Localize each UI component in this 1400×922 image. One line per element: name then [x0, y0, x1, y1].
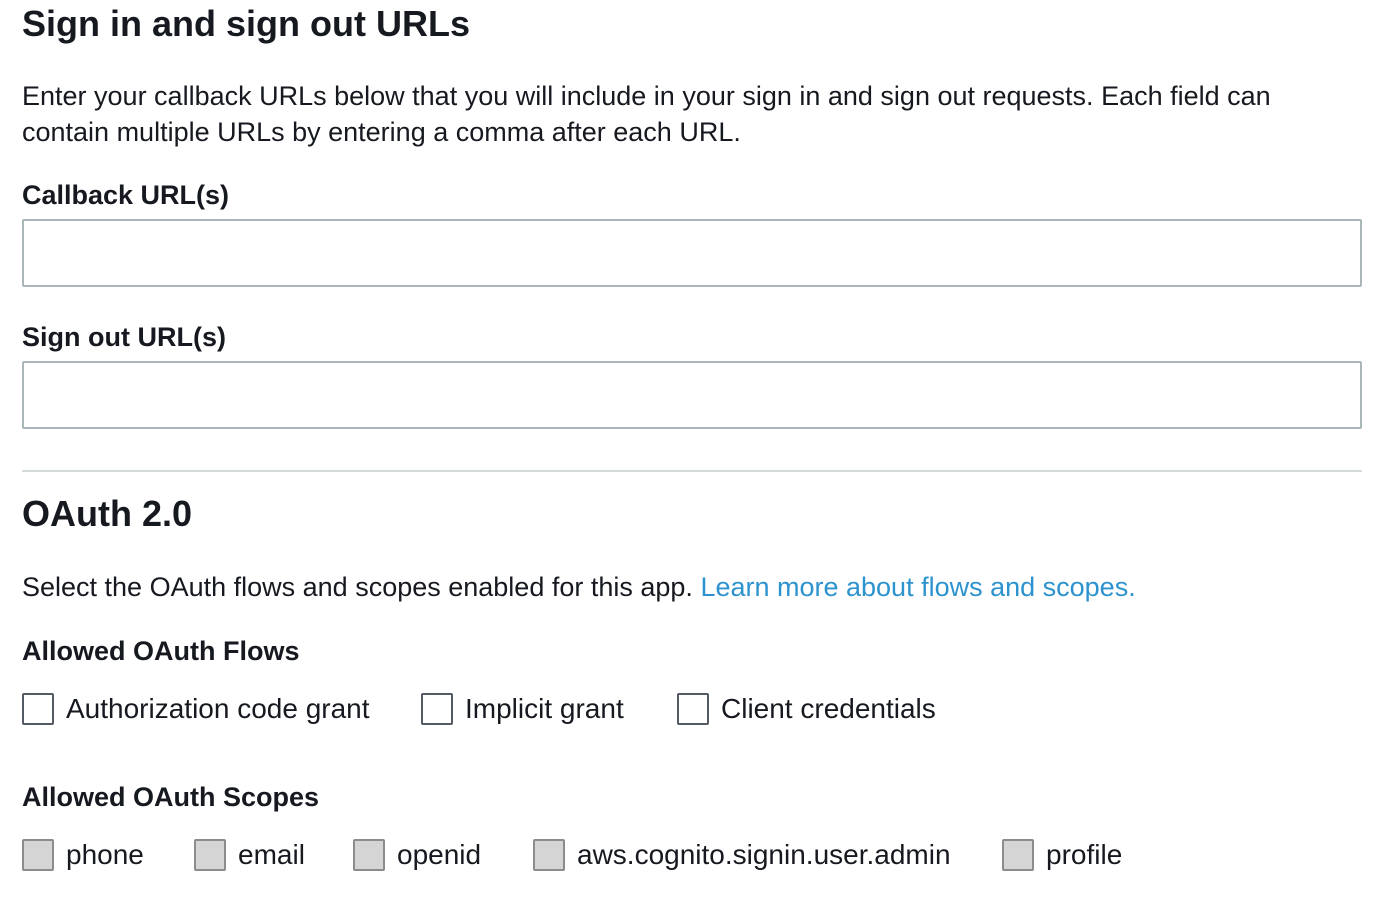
- email-scope-label: email: [238, 839, 305, 870]
- scope-option-email: email: [194, 838, 305, 872]
- scope-option-phone: phone: [22, 838, 144, 872]
- allowed-oauth-scopes-label: Allowed OAuth Scopes: [22, 782, 320, 812]
- section-divider: [22, 470, 1362, 472]
- scope-option-aws-cognito-signin-user-admin: aws.cognito.signin.user.admin: [533, 838, 951, 872]
- signout-url-label: Sign out URL(s): [22, 322, 226, 352]
- section-title-signin-urls: Sign in and sign out URLs: [22, 3, 470, 44]
- profile-scope-checkbox: [1002, 839, 1034, 871]
- aws-cognito-admin-scope-checkbox: [533, 839, 565, 871]
- learn-more-flows-scopes-link[interactable]: Learn more about flows and scopes.: [700, 572, 1135, 602]
- openid-scope-label: openid: [397, 839, 482, 870]
- oauth-description: Select the OAuth flows and scopes enable…: [22, 569, 1136, 605]
- phone-scope-label: phone: [66, 839, 144, 870]
- scope-option-profile: profile: [1002, 838, 1122, 872]
- flow-option-authorization-code-grant[interactable]: Authorization code grant: [22, 692, 370, 726]
- implicit-grant-label: Implicit grant: [465, 693, 624, 724]
- allowed-oauth-flows-label: Allowed OAuth Flows: [22, 636, 300, 666]
- signin-urls-description: Enter your callback URLs below that you …: [22, 81, 1271, 147]
- signout-url-input[interactable]: [22, 361, 1362, 429]
- scope-option-openid: openid: [353, 838, 481, 872]
- flow-option-implicit-grant[interactable]: Implicit grant: [421, 692, 624, 726]
- profile-scope-label: profile: [1046, 839, 1123, 870]
- client-credentials-label: Client credentials: [721, 693, 936, 724]
- callback-url-input[interactable]: [22, 219, 1362, 287]
- openid-scope-checkbox: [353, 839, 385, 871]
- phone-scope-checkbox: [22, 839, 54, 871]
- email-scope-checkbox: [194, 839, 226, 871]
- aws-cognito-admin-scope-label: aws.cognito.signin.user.admin: [577, 839, 951, 870]
- client-credentials-checkbox[interactable]: [677, 693, 709, 725]
- authorization-code-grant-label: Authorization code grant: [66, 693, 370, 724]
- oauth-description-text: Select the OAuth flows and scopes enable…: [22, 572, 693, 602]
- flow-option-client-credentials[interactable]: Client credentials: [677, 692, 936, 726]
- section-title-oauth: OAuth 2.0: [22, 493, 193, 534]
- callback-url-label: Callback URL(s): [22, 180, 230, 210]
- implicit-grant-checkbox[interactable]: [421, 693, 453, 725]
- authorization-code-grant-checkbox[interactable]: [22, 693, 54, 725]
